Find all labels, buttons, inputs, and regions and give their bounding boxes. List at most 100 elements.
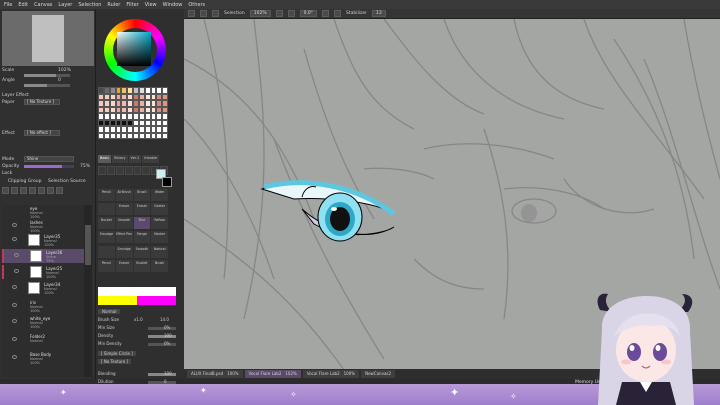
tool-slot[interactable]: Eraser: [115, 259, 133, 272]
tab-binary[interactable]: Binary: [112, 155, 128, 163]
tool-slot[interactable]: Smudge: [115, 245, 133, 258]
tool-slot[interactable]: Merge: [133, 231, 151, 244]
angle-select[interactable]: 0.0°: [299, 10, 318, 17]
lasso-tool-button[interactable]: [106, 166, 115, 175]
delete-layer-button[interactable]: [56, 187, 63, 194]
file-tab[interactable]: ALUX FinalB.psd 100%: [187, 370, 243, 378]
new-folder-button[interactable]: [20, 187, 27, 194]
transfer-down-button[interactable]: [29, 187, 36, 194]
brush-size-multiplier[interactable]: x1.0: [134, 317, 143, 322]
visibility-eye-icon[interactable]: [12, 337, 17, 341]
menu-others[interactable]: Others: [188, 2, 205, 8]
history-color-white-2[interactable]: [137, 287, 176, 296]
zoom-out-button[interactable]: [287, 10, 295, 17]
menu-edit[interactable]: Edit: [18, 2, 28, 8]
menu-file[interactable]: File: [4, 2, 12, 8]
menu-canvas[interactable]: Canvas: [34, 2, 52, 8]
tool-slot[interactable]: [98, 245, 115, 258]
tool-slot[interactable]: Gather: [151, 203, 168, 216]
tool-slot[interactable]: Effect Pen: [115, 231, 133, 244]
effect-select[interactable]: [ No effect ]: [24, 130, 60, 136]
clear-layer-button[interactable]: [47, 187, 54, 194]
layer-row[interactable]: Layer35 Normal 100%: [2, 233, 84, 247]
background-color-swatch[interactable]: [162, 177, 172, 187]
file-tab-active[interactable]: Vocal Flare Lab2 102%: [244, 370, 301, 378]
color-swatch[interactable]: [162, 132, 168, 139]
tool-slot[interactable]: Natural: [151, 245, 168, 258]
layer-row[interactable]: Folder2 Normal: [2, 333, 84, 347]
saturation-value-square[interactable]: [117, 32, 151, 66]
layer-row-selected[interactable]: Layer36 Shine 75%: [2, 249, 84, 263]
visibility-eye-icon[interactable]: [14, 253, 19, 257]
menu-selection[interactable]: Selection: [78, 2, 101, 8]
select-tool-button[interactable]: [98, 166, 106, 175]
brush-mode-select[interactable]: Normal: [98, 309, 121, 314]
tool-slot[interactable]: Eraser: [115, 203, 133, 216]
deselect-button[interactable]: [188, 10, 195, 17]
clipping-group-toggle[interactable]: Clipping Group: [8, 179, 41, 184]
magic-wand-tool-button[interactable]: [115, 166, 124, 175]
blend-mode-select[interactable]: Shine: [24, 156, 74, 162]
navigator-preview[interactable]: [2, 11, 94, 66]
zoom-in-button[interactable]: [275, 10, 283, 17]
invert-selection-button[interactable]: [200, 10, 207, 17]
show-selection-button[interactable]: [212, 10, 219, 17]
history-color-white[interactable]: [98, 287, 137, 296]
stabilizer-select[interactable]: 13: [372, 10, 386, 17]
move-tool-button[interactable]: [124, 166, 133, 175]
paper-texture-select[interactable]: [ No Texture ]: [24, 99, 60, 105]
opacity-slider[interactable]: [24, 165, 74, 168]
visibility-eye-icon[interactable]: [12, 285, 17, 289]
tool-slot[interactable]: Bucket: [133, 259, 151, 272]
tool-slot[interactable]: AirBrush: [115, 189, 133, 201]
tool-slot[interactable]: Brush: [133, 189, 151, 201]
layer-row[interactable]: Base Body Normal 100%: [2, 351, 84, 365]
visibility-eye-icon[interactable]: [12, 303, 17, 307]
new-vector-layer-button[interactable]: [11, 187, 18, 194]
tool-slot[interactable]: Pencil: [98, 189, 115, 201]
file-tab[interactable]: NewCanvas2: [361, 370, 396, 378]
layer-row[interactable]: iris Normal 100%: [2, 299, 84, 313]
tool-slot[interactable]: Reflow: [151, 217, 168, 230]
tool-slot[interactable]: Eraser: [133, 203, 151, 216]
layer-row[interactable]: eye Normal 100%: [2, 205, 84, 219]
visibility-eye-icon[interactable]: [12, 223, 17, 227]
menu-filter[interactable]: Filter: [126, 2, 138, 8]
menu-view[interactable]: View: [145, 2, 157, 8]
tool-slot[interactable]: Smooth: [115, 217, 133, 230]
tab-ver1[interactable]: Ver.1: [128, 155, 142, 163]
layer-row[interactable]: lashes Normal 100%: [2, 219, 84, 233]
brush-size-value[interactable]: 14.0: [160, 317, 169, 322]
visibility-eye-icon[interactable]: [12, 355, 17, 359]
tool-slot[interactable]: Smooth: [133, 245, 151, 258]
brush-texture-select[interactable]: [ No Texture ]: [98, 359, 132, 364]
tool-slot[interactable]: Marker: [151, 231, 168, 244]
new-layer-button[interactable]: [2, 187, 9, 194]
tab-inkable[interactable]: Inkable: [142, 155, 159, 163]
visibility-eye-icon[interactable]: [14, 269, 19, 273]
menu-layer[interactable]: Layer: [58, 2, 72, 8]
selection-source-toggle[interactable]: Selection Source: [48, 179, 86, 184]
tool-slot[interactable]: Brush: [151, 259, 168, 272]
rotate-tool-button[interactable]: [142, 166, 151, 175]
tab-basic[interactable]: Basic: [98, 155, 112, 163]
visibility-eye-icon[interactable]: [12, 237, 17, 241]
brush-shape-select[interactable]: [ Simple Circle ]: [98, 351, 136, 356]
tool-slot[interactable]: Smudge: [98, 231, 115, 244]
layer-row[interactable]: Layer25 Normal 100%: [2, 265, 84, 279]
merge-down-button[interactable]: [38, 187, 45, 194]
tool-slot[interactable]: Pencil: [98, 259, 115, 272]
zoom-select[interactable]: 102%: [249, 10, 271, 17]
layer-row[interactable]: Layer34 Normal 100%: [2, 281, 84, 295]
layer-row[interactable]: white_eye Normal 100%: [2, 315, 84, 329]
history-color-yellow[interactable]: [98, 296, 137, 305]
tool-slot[interactable]: Bucket: [98, 217, 115, 230]
tool-slot-active[interactable]: Blur: [133, 217, 151, 230]
rotate-button[interactable]: [322, 10, 330, 17]
navigator-angle-slider[interactable]: [24, 84, 70, 87]
menu-ruler[interactable]: Ruler: [107, 2, 120, 8]
history-color-magenta[interactable]: [137, 296, 176, 305]
menu-window[interactable]: Window: [163, 2, 183, 8]
tool-slot[interactable]: [98, 203, 115, 216]
tool-slot[interactable]: Water: [151, 189, 168, 201]
